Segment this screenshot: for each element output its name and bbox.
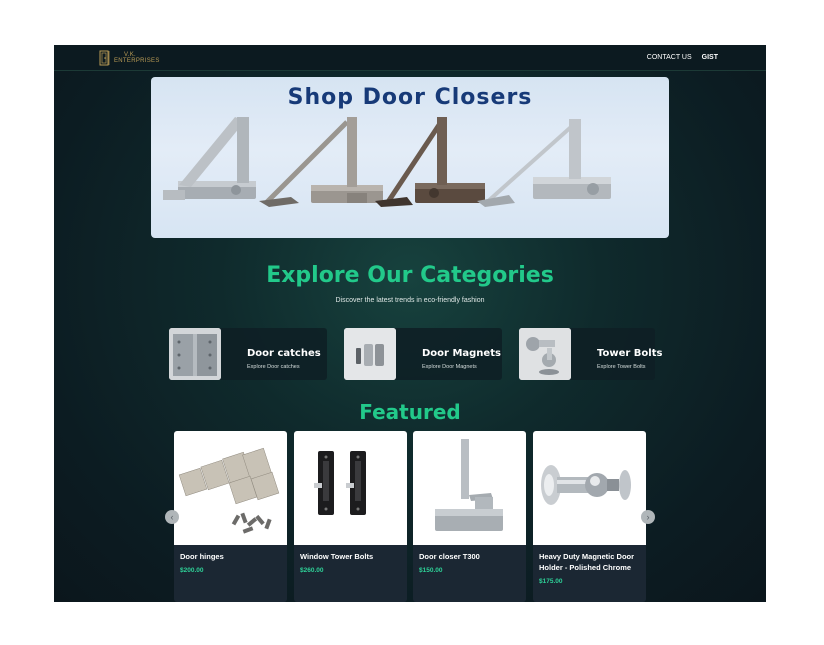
category-name: Tower Bolts bbox=[597, 348, 663, 359]
category-explore-link[interactable]: Explore Door Magnets bbox=[422, 364, 477, 370]
hero-banner[interactable]: Shop Door Closers bbox=[151, 77, 669, 238]
category-tower-bolts[interactable]: Tower Bolts Explore Tower Bolts bbox=[519, 328, 662, 380]
product-card-door-closer-t300[interactable]: Door closer T300 $150.00 bbox=[413, 431, 526, 602]
logo-line-2: ENTERPRISES bbox=[114, 58, 160, 64]
door-closers-illustration bbox=[163, 117, 611, 207]
top-nav: V.K. ENTERPRISES CONTACT US GIST bbox=[54, 45, 766, 71]
product-price: $260.00 bbox=[300, 567, 324, 574]
door-stopper-image bbox=[519, 328, 571, 380]
product-price: $175.00 bbox=[539, 578, 563, 585]
chevron-left-icon: ‹ bbox=[170, 511, 174, 522]
brand-logo[interactable]: V.K. ENTERPRISES bbox=[99, 50, 160, 66]
product-name: Door closer T300 bbox=[419, 552, 480, 561]
product-name: Door hinges bbox=[180, 552, 224, 561]
product-card-door-hinges[interactable]: Door hinges $200.00 bbox=[174, 431, 287, 602]
product-price: $150.00 bbox=[419, 567, 443, 574]
product-image bbox=[294, 431, 407, 545]
chevron-right-icon: › bbox=[646, 511, 650, 522]
product-card-window-tower-bolts[interactable]: Window Tower Bolts $260.00 bbox=[294, 431, 407, 602]
product-image bbox=[533, 431, 646, 545]
product-card-magnetic-door-holder[interactable]: Heavy Duty Magnetic Door Holder - Polish… bbox=[533, 431, 646, 602]
nav-gist[interactable]: GIST bbox=[702, 53, 718, 62]
category-name: Door Magnets bbox=[422, 348, 501, 359]
product-name: Window Tower Bolts bbox=[300, 552, 374, 561]
category-explore-link[interactable]: Explore Tower Bolts bbox=[597, 364, 646, 370]
door-logo-icon bbox=[99, 50, 110, 66]
category-name: Door catches bbox=[247, 348, 321, 359]
product-image bbox=[413, 431, 526, 545]
product-name: Heavy Duty Magnetic Door Holder - Polish… bbox=[539, 552, 635, 572]
door-magnet-image bbox=[344, 328, 396, 380]
carousel-prev-button[interactable]: ‹ bbox=[165, 510, 179, 524]
featured-title: Featured bbox=[359, 400, 461, 424]
categories-title: Explore Our Categories bbox=[266, 263, 554, 288]
categories-subtitle: Discover the latest trends in eco-friend… bbox=[335, 297, 485, 304]
carousel-next-button[interactable]: › bbox=[641, 510, 655, 524]
category-door-magnets[interactable]: Door Magnets Explore Door Magnets bbox=[344, 328, 502, 380]
category-explore-link[interactable]: Explore Door catches bbox=[247, 364, 300, 370]
nav-contact-us[interactable]: CONTACT US bbox=[647, 53, 692, 62]
page-frame: V.K. ENTERPRISES CONTACT US GIST Shop Do… bbox=[54, 45, 766, 602]
category-door-catches[interactable]: Door catches Explore Door catches bbox=[169, 328, 327, 380]
door-hinge-image bbox=[169, 328, 221, 380]
product-price: $200.00 bbox=[180, 567, 204, 574]
product-image bbox=[174, 431, 287, 545]
